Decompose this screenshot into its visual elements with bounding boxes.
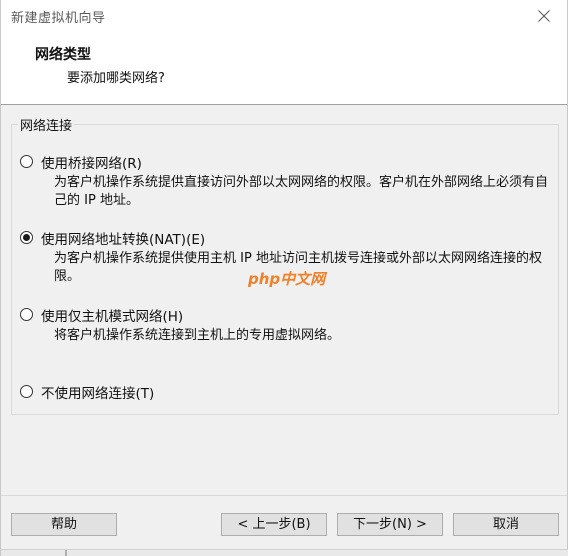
back-button[interactable]: < 上一步(B) xyxy=(221,513,327,536)
option-bridged-label[interactable]: 使用桥接网络(R) xyxy=(41,152,142,172)
group-legend: 网络连接 xyxy=(18,115,75,134)
option-bridged-description: 为客户机操作系统提供直接访问外部以太网网络的权限。客户机在外部网络上必须有自己的… xyxy=(54,175,549,208)
option-no-network-label[interactable]: 不使用网络连接(T) xyxy=(41,382,154,402)
help-button[interactable]: 帮助 xyxy=(11,513,117,536)
radio-host-only[interactable] xyxy=(20,308,33,321)
title-bar: 新建虚拟机向导 xyxy=(1,0,567,32)
wizard-footer: 帮助 < 上一步(B) 下一步(N) > 取消 xyxy=(1,495,567,556)
radio-bridged[interactable] xyxy=(20,155,33,168)
close-icon xyxy=(538,10,550,22)
page-title: 网络类型 xyxy=(35,47,91,63)
radio-nat[interactable] xyxy=(20,231,33,244)
cancel-button[interactable]: 取消 xyxy=(453,513,559,536)
wizard-window: 新建虚拟机向导 网络类型 要添加哪类网络? 网络连接 使用桥接网络(R) 为客户… xyxy=(0,0,568,556)
wizard-content: 网络连接 使用桥接网络(R) 为客户机操作系统提供直接访问外部以太网网络的权限。… xyxy=(1,105,567,495)
window-title: 新建虚拟机向导 xyxy=(11,11,106,26)
option-host-only-description: 将客户机操作系统连接到主机上的专用虚拟网络。 xyxy=(54,328,341,343)
next-button[interactable]: 下一步(N) > xyxy=(337,513,443,536)
page-subtitle: 要添加哪类网络? xyxy=(67,71,165,86)
option-nat-label[interactable]: 使用网络地址转换(NAT)(E) xyxy=(41,228,205,248)
wizard-header: 网络类型 要添加哪类网络? xyxy=(1,32,567,105)
radio-no-network[interactable] xyxy=(20,385,33,398)
strip-marker xyxy=(65,550,67,556)
bottom-strip xyxy=(1,549,568,556)
close-button[interactable] xyxy=(521,0,567,32)
footer-divider xyxy=(1,495,567,496)
site-watermark: php中文网 xyxy=(248,270,326,288)
option-host-only-label[interactable]: 使用仅主机模式网络(H) xyxy=(41,305,183,325)
